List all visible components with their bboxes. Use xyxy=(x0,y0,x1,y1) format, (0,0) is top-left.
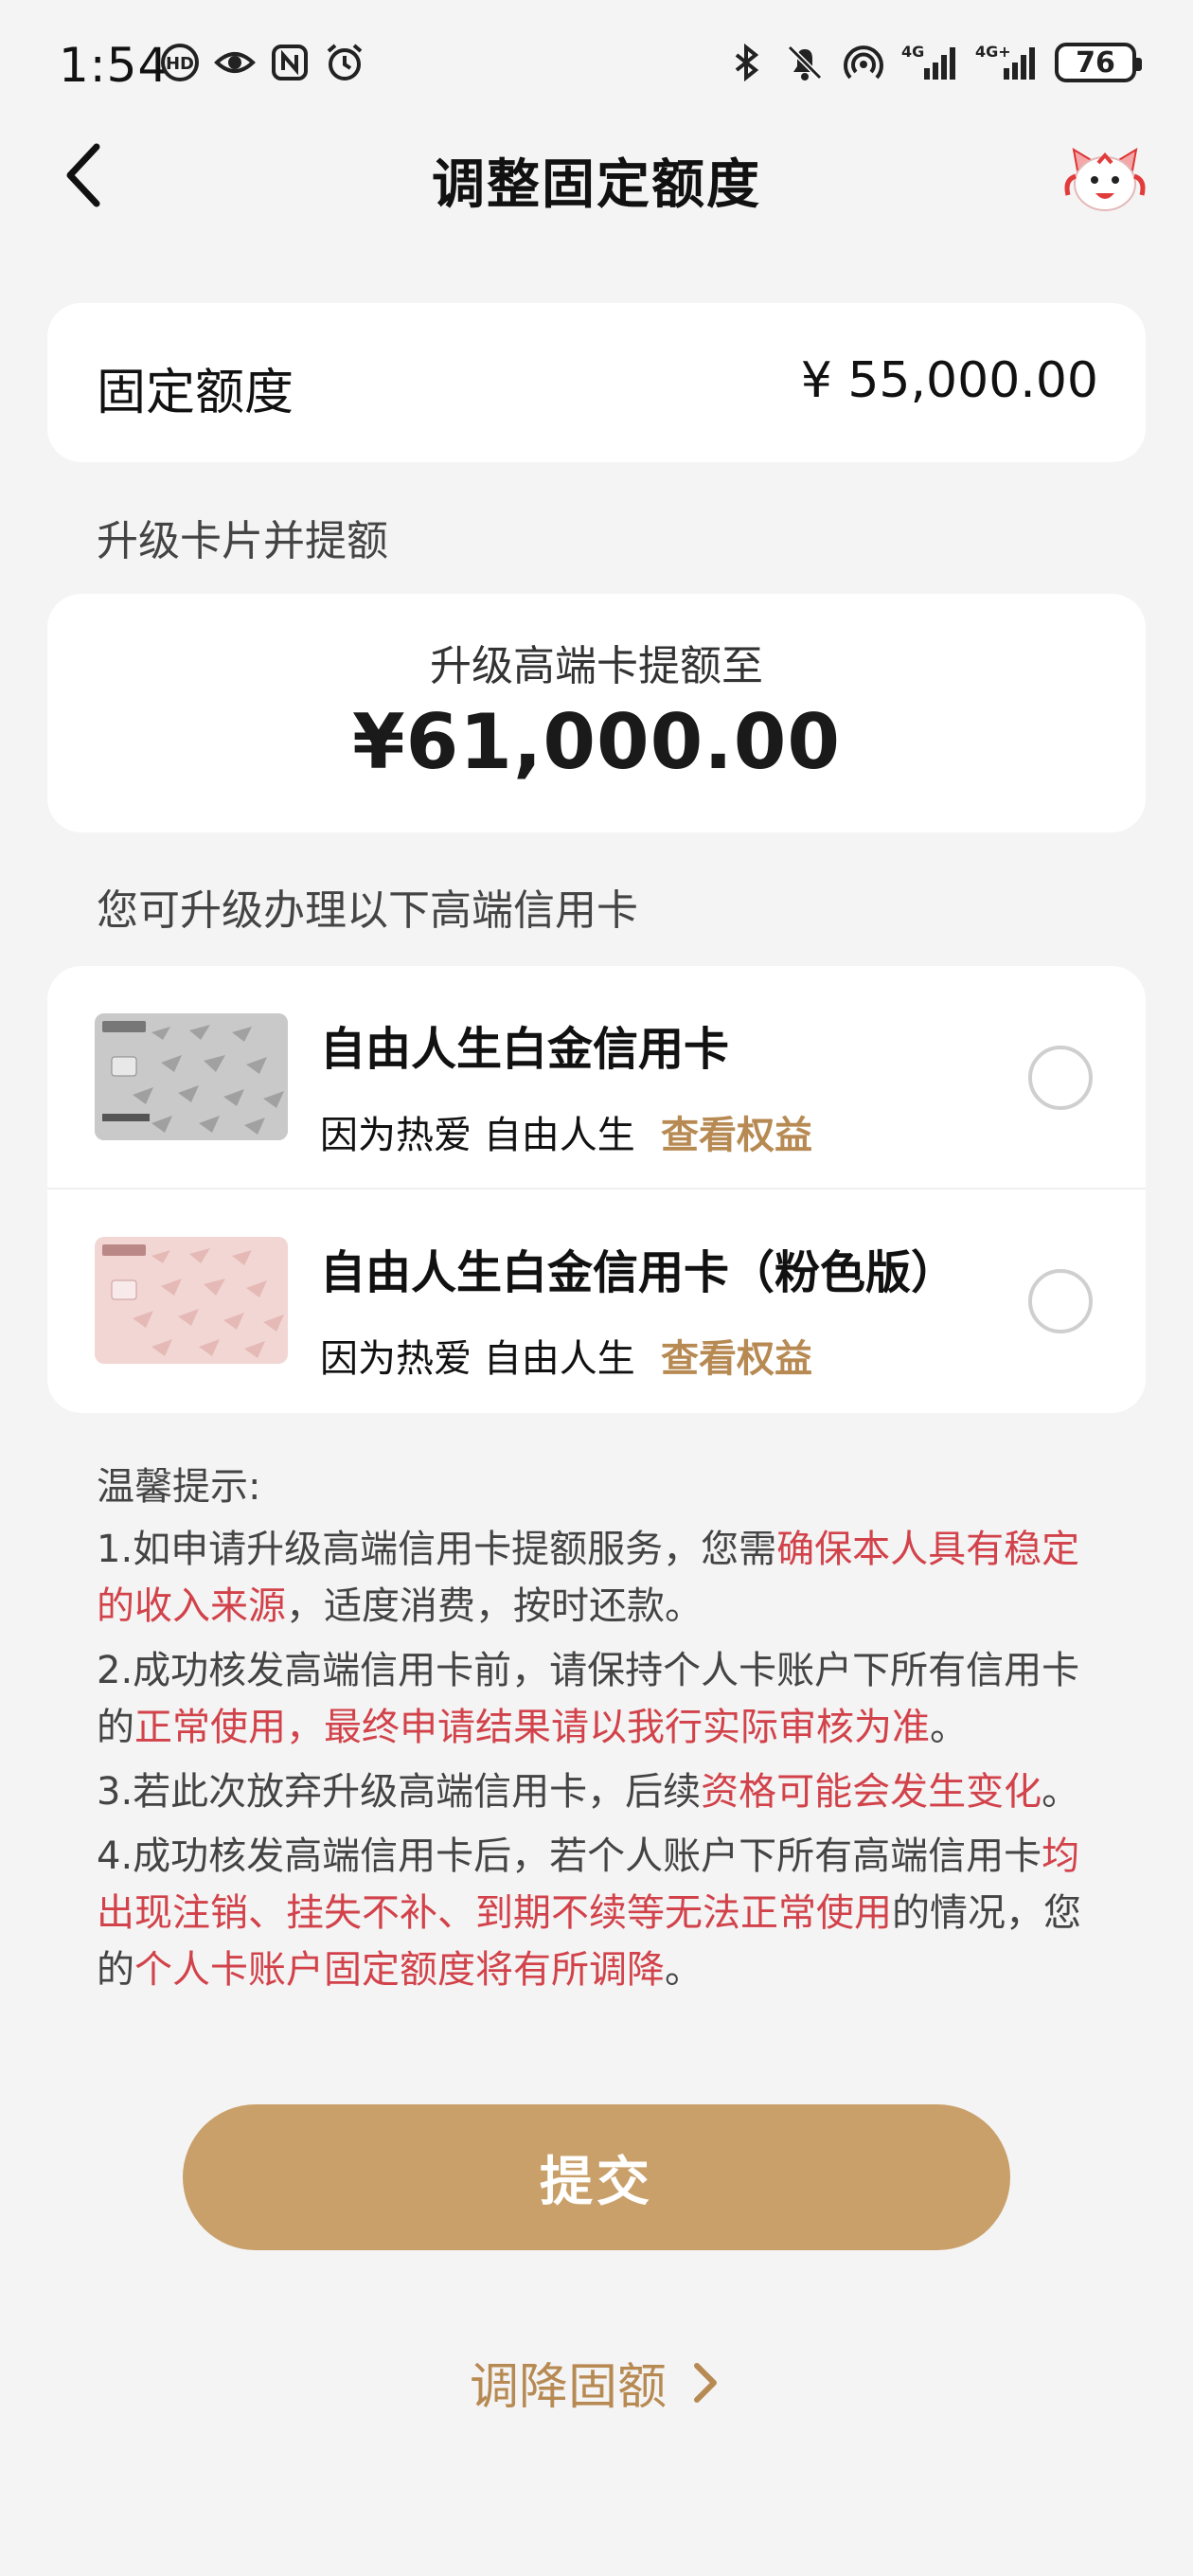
tip-text: 3.若此次放弃升级高端信用卡，后续 xyxy=(97,1770,702,1814)
view-benefits-link[interactable]: 查看权益 xyxy=(661,1328,812,1383)
mascot-icon[interactable] xyxy=(1064,142,1146,218)
mute-icon xyxy=(787,45,823,80)
status-left-icons: HD xyxy=(159,42,365,83)
svg-text:4G: 4G xyxy=(901,43,924,61)
tip-text: 。 xyxy=(930,1706,968,1749)
card-select-radio[interactable] xyxy=(1028,1269,1093,1333)
card-option-platinum-pink[interactable]: 自由人生白金信用卡（粉色版） 因为热爱 自由人生 查看权益 xyxy=(47,1190,1146,1413)
tips-section: 温馨提示: 1.如申请升级高端信用卡提额服务，您需确保本人具有稳定的收入来源，适… xyxy=(97,1458,1100,2006)
card-option-platinum[interactable]: 自由人生白金信用卡 因为热爱 自由人生 查看权益 xyxy=(47,966,1146,1190)
signal-4g-icon: 4G xyxy=(901,43,955,80)
tips-title: 温馨提示: xyxy=(97,1465,261,1509)
tip-1: 1.如申请升级高端信用卡提额服务，您需确保本人具有稳定的收入来源，适度消费，按时… xyxy=(97,1521,1100,1635)
tip-text: 。 xyxy=(1042,1770,1080,1814)
tip-text: 4.成功核发高端信用卡后，若个人账户下所有高端信用卡 xyxy=(97,1834,1042,1878)
tip-text: ，适度消费，按时还款。 xyxy=(286,1584,703,1628)
alarm-icon xyxy=(327,44,363,80)
bluetooth-icon xyxy=(735,43,759,82)
tip-highlight: 正常使用，最终申请结果请以我行实际审核为准 xyxy=(134,1706,930,1749)
reduce-limit-label: 调降固额 xyxy=(469,2359,667,2416)
card-options-list: 自由人生白金信用卡 因为热爱 自由人生 查看权益 自由人生白金信用卡（粉色版） … xyxy=(47,966,1146,1413)
upgrade-amount: ¥61,000.00 xyxy=(351,698,842,786)
svg-text:HD: HD xyxy=(166,54,194,74)
hd-voice-icon: HD xyxy=(161,44,199,81)
status-bar: 1:54 HD 4G 4G+ 76 xyxy=(0,0,1193,142)
tip-4: 4.成功核发高端信用卡后，若个人账户下所有高端信用卡均出现注销、挂失不补、到期不… xyxy=(97,1828,1100,1998)
card-thumbnail-pink xyxy=(95,1237,288,1364)
tip-text: 1.如申请升级高端信用卡提额服务，您需 xyxy=(97,1528,777,1571)
card-slogan: 因为热爱 自由人生 xyxy=(320,1337,635,1381)
page-title: 调整固定额度 xyxy=(432,154,761,216)
fixed-limit-label: 固定额度 xyxy=(97,365,294,421)
tip-text: 。 xyxy=(665,1948,703,1992)
eye-icon xyxy=(214,52,256,73)
upgrade-amount-card: 升级高端卡提额至 ¥61,000.00 xyxy=(47,594,1146,832)
card-thumbnail-silver xyxy=(95,1013,288,1140)
fixed-limit-value: ¥ 55,000.00 xyxy=(800,352,1098,409)
screen: 1:54 HD 4G 4G+ 76 调整固定额度 固定额度 ¥ 55,000.0… xyxy=(0,0,1193,2576)
upgrade-subtitle: 升级高端卡提额至 xyxy=(430,642,763,690)
tip-2: 2.成功核发高端信用卡前，请保持个人卡账户下所有信用卡的正常使用，最终申请结果请… xyxy=(97,1642,1100,1756)
battery-icon: 76 xyxy=(1055,43,1142,82)
card-select-radio[interactable] xyxy=(1028,1046,1093,1110)
upgrade-section-label: 升级卡片并提额 xyxy=(97,517,388,565)
submit-button[interactable]: 提交 xyxy=(183,2104,1010,2250)
fixed-limit-card: 固定额度 ¥ 55,000.00 xyxy=(47,303,1146,462)
tip-highlight: 个人卡账户固定额度将有所调降 xyxy=(134,1948,665,1992)
reduce-limit-link[interactable]: 调降固额 xyxy=(0,2347,1193,2418)
chevron-right-icon xyxy=(694,2362,717,2403)
card-name: 自由人生白金信用卡 xyxy=(320,1023,730,1076)
tip-3: 3.若此次放弃升级高端信用卡，后续资格可能会发生变化。 xyxy=(97,1763,1100,1820)
svg-text:4G+: 4G+ xyxy=(975,43,1011,61)
signal-4g-plus-icon: 4G+ xyxy=(975,43,1035,80)
nfc-icon xyxy=(272,45,308,80)
card-slogan: 因为热爱 自由人生 xyxy=(320,1114,635,1157)
status-time: 1:54 xyxy=(59,38,169,93)
tip-highlight: 资格可能会发生变化 xyxy=(701,1770,1042,1814)
hotspot-icon xyxy=(844,45,883,80)
card-name: 自由人生白金信用卡（粉色版） xyxy=(320,1246,957,1299)
cards-section-label: 您可升级办理以下高端信用卡 xyxy=(97,886,638,935)
status-right-icons: 4G 4G+ 76 xyxy=(725,42,1142,83)
view-benefits-link[interactable]: 查看权益 xyxy=(661,1104,812,1159)
